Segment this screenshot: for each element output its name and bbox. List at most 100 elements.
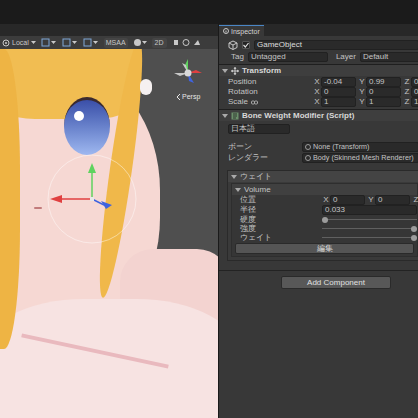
slider-rail	[322, 237, 417, 238]
component-header[interactable]: Bone Weight Modifier (Script)	[219, 109, 418, 121]
tag-dropdown[interactable]: Untagged	[248, 52, 328, 62]
axis-label: X	[313, 77, 321, 87]
inspector-tab-bar: Inspector	[219, 24, 418, 36]
transform-row: ScaleX1Y1Z1	[219, 97, 418, 107]
transform-fields: PositionX-0.04Y0.99Z0RotationX0Y0Z0Scale…	[219, 76, 418, 109]
slider-rail	[322, 228, 417, 229]
row-label: 硬度	[240, 215, 322, 224]
vector-field: X-0.04Y0.99Z0	[313, 77, 418, 87]
name-field[interactable]: GameObject	[254, 40, 418, 50]
number-field[interactable]: 0	[321, 87, 356, 97]
row-label: ウェイト	[240, 233, 322, 242]
number-field[interactable]: 1	[321, 97, 356, 107]
vector-component: X0	[322, 195, 367, 205]
pivot-icon	[2, 39, 10, 47]
position-row: 位置X0Y0Z0	[232, 195, 417, 205]
slider-knob[interactable]	[411, 226, 417, 232]
number-field[interactable]: 1	[366, 97, 401, 107]
slider-track[interactable]	[322, 224, 417, 233]
dropdown-arrow-icon	[31, 41, 36, 45]
layer-label: Layer	[336, 52, 356, 62]
add-component-button[interactable]: Add Component	[281, 276, 391, 289]
2d-toggle[interactable]: 2D	[152, 38, 167, 48]
vector-component: X1	[313, 97, 358, 107]
checkmark-icon	[243, 42, 249, 48]
pivot-dropdown[interactable]: Local	[2, 38, 36, 48]
slider-track[interactable]	[322, 233, 417, 242]
object-field[interactable]: None (Transform)	[302, 142, 418, 152]
grid-tool-icon	[41, 38, 57, 47]
axis-label: X	[313, 87, 321, 97]
slider-row: ウェイト	[232, 233, 417, 242]
volume-header[interactable]: Volume	[232, 184, 417, 195]
number-field[interactable]: 0.99	[366, 77, 401, 87]
transform-row: PositionX-0.04Y0.99Z0	[219, 77, 418, 87]
scene-view[interactable]: Persp	[0, 49, 218, 418]
vector-component: Y0	[358, 87, 403, 97]
separator	[219, 270, 418, 271]
row-label: Position	[228, 77, 313, 87]
slider-rail	[322, 219, 417, 220]
language-dropdown[interactable]: 日本語	[228, 124, 290, 134]
axis-label: Z	[403, 97, 411, 107]
slider-knob[interactable]	[322, 217, 328, 223]
number-field[interactable]: 0	[375, 195, 410, 205]
foldout-arrow-icon[interactable]	[222, 68, 228, 74]
script-icon	[231, 112, 239, 120]
axis-label: X	[313, 97, 321, 107]
layer-dropdown[interactable]: Default	[360, 52, 418, 62]
scene-tab-bar	[0, 24, 218, 36]
vector-component: Z1	[403, 97, 418, 107]
foldout-arrow-icon[interactable]	[235, 187, 241, 193]
number-field[interactable]: 1	[411, 97, 418, 107]
radius-field[interactable]: 0.033	[322, 205, 417, 215]
overlay-icon	[172, 38, 202, 47]
scene-orientation-gizmo-icon[interactable]	[172, 57, 204, 89]
weights-section: ウェイトVolume位置X0Y0Z0半径0.033硬度強度ウェイト編集	[227, 170, 418, 261]
object-picker-icon	[305, 155, 311, 161]
vector-component: Y0	[367, 195, 412, 205]
msaa-toggle[interactable]: MSAA	[104, 38, 128, 48]
vector-component: Z0	[403, 77, 418, 87]
tag-label: Tag	[231, 52, 244, 62]
inspector-tab[interactable]: Inspector	[219, 25, 264, 36]
number-field[interactable]: 0	[411, 87, 418, 97]
scene-toolbar: Local MSAA 2D	[0, 36, 218, 49]
axis-label: Y	[358, 97, 366, 107]
weights-header[interactable]: ウェイト	[228, 171, 418, 182]
component-header[interactable]: Transform	[219, 64, 418, 76]
transform-gizmo-icon[interactable]	[0, 49, 218, 418]
object-field-row: レンダラーBody (Skinned Mesh Renderer)	[219, 152, 418, 163]
volume-section: Volume位置X0Y0Z0半径0.033硬度強度ウェイト編集	[231, 183, 418, 257]
number-field[interactable]: 0	[411, 77, 418, 87]
active-checkbox[interactable]	[242, 41, 250, 49]
move-tool-icon	[83, 38, 99, 47]
row-label: 位置	[240, 195, 322, 205]
slider-knob[interactable]	[411, 235, 417, 241]
projection-label[interactable]: Persp	[176, 92, 200, 101]
gameobject-row: GameObject	[219, 39, 418, 51]
number-field[interactable]: -0.04	[321, 77, 356, 87]
vector-field: X0Y0Z0	[313, 87, 418, 97]
shading-icon	[133, 38, 147, 47]
axis-label: Y	[358, 87, 366, 97]
vector-component: Z0	[403, 87, 418, 97]
foldout-arrow-icon[interactable]	[231, 174, 237, 180]
number-field[interactable]: 0	[366, 87, 401, 97]
slider-track[interactable]	[322, 215, 417, 224]
vector-field: X1Y1Z1	[313, 97, 418, 107]
language-row: 日本語	[219, 121, 418, 141]
transform-row: RotationX0Y0Z0	[219, 87, 418, 97]
row-label: Scale	[228, 97, 313, 107]
slider-row: 強度	[232, 224, 417, 233]
vector-component: Y0.99	[358, 77, 403, 87]
inspector-body: GameObject Tag Untagged Layer Default Transfo…	[219, 36, 418, 289]
number-field[interactable]: 0	[330, 195, 365, 205]
axis-label: Z	[403, 87, 411, 97]
axis-label: Y	[367, 195, 375, 205]
vector-component: X0	[313, 87, 358, 97]
edit-button[interactable]: 編集	[235, 243, 414, 254]
object-field[interactable]: Body (Skinned Mesh Renderer)	[302, 153, 418, 163]
foldout-arrow-icon[interactable]	[222, 113, 228, 119]
vector-component: X-0.04	[313, 77, 358, 87]
